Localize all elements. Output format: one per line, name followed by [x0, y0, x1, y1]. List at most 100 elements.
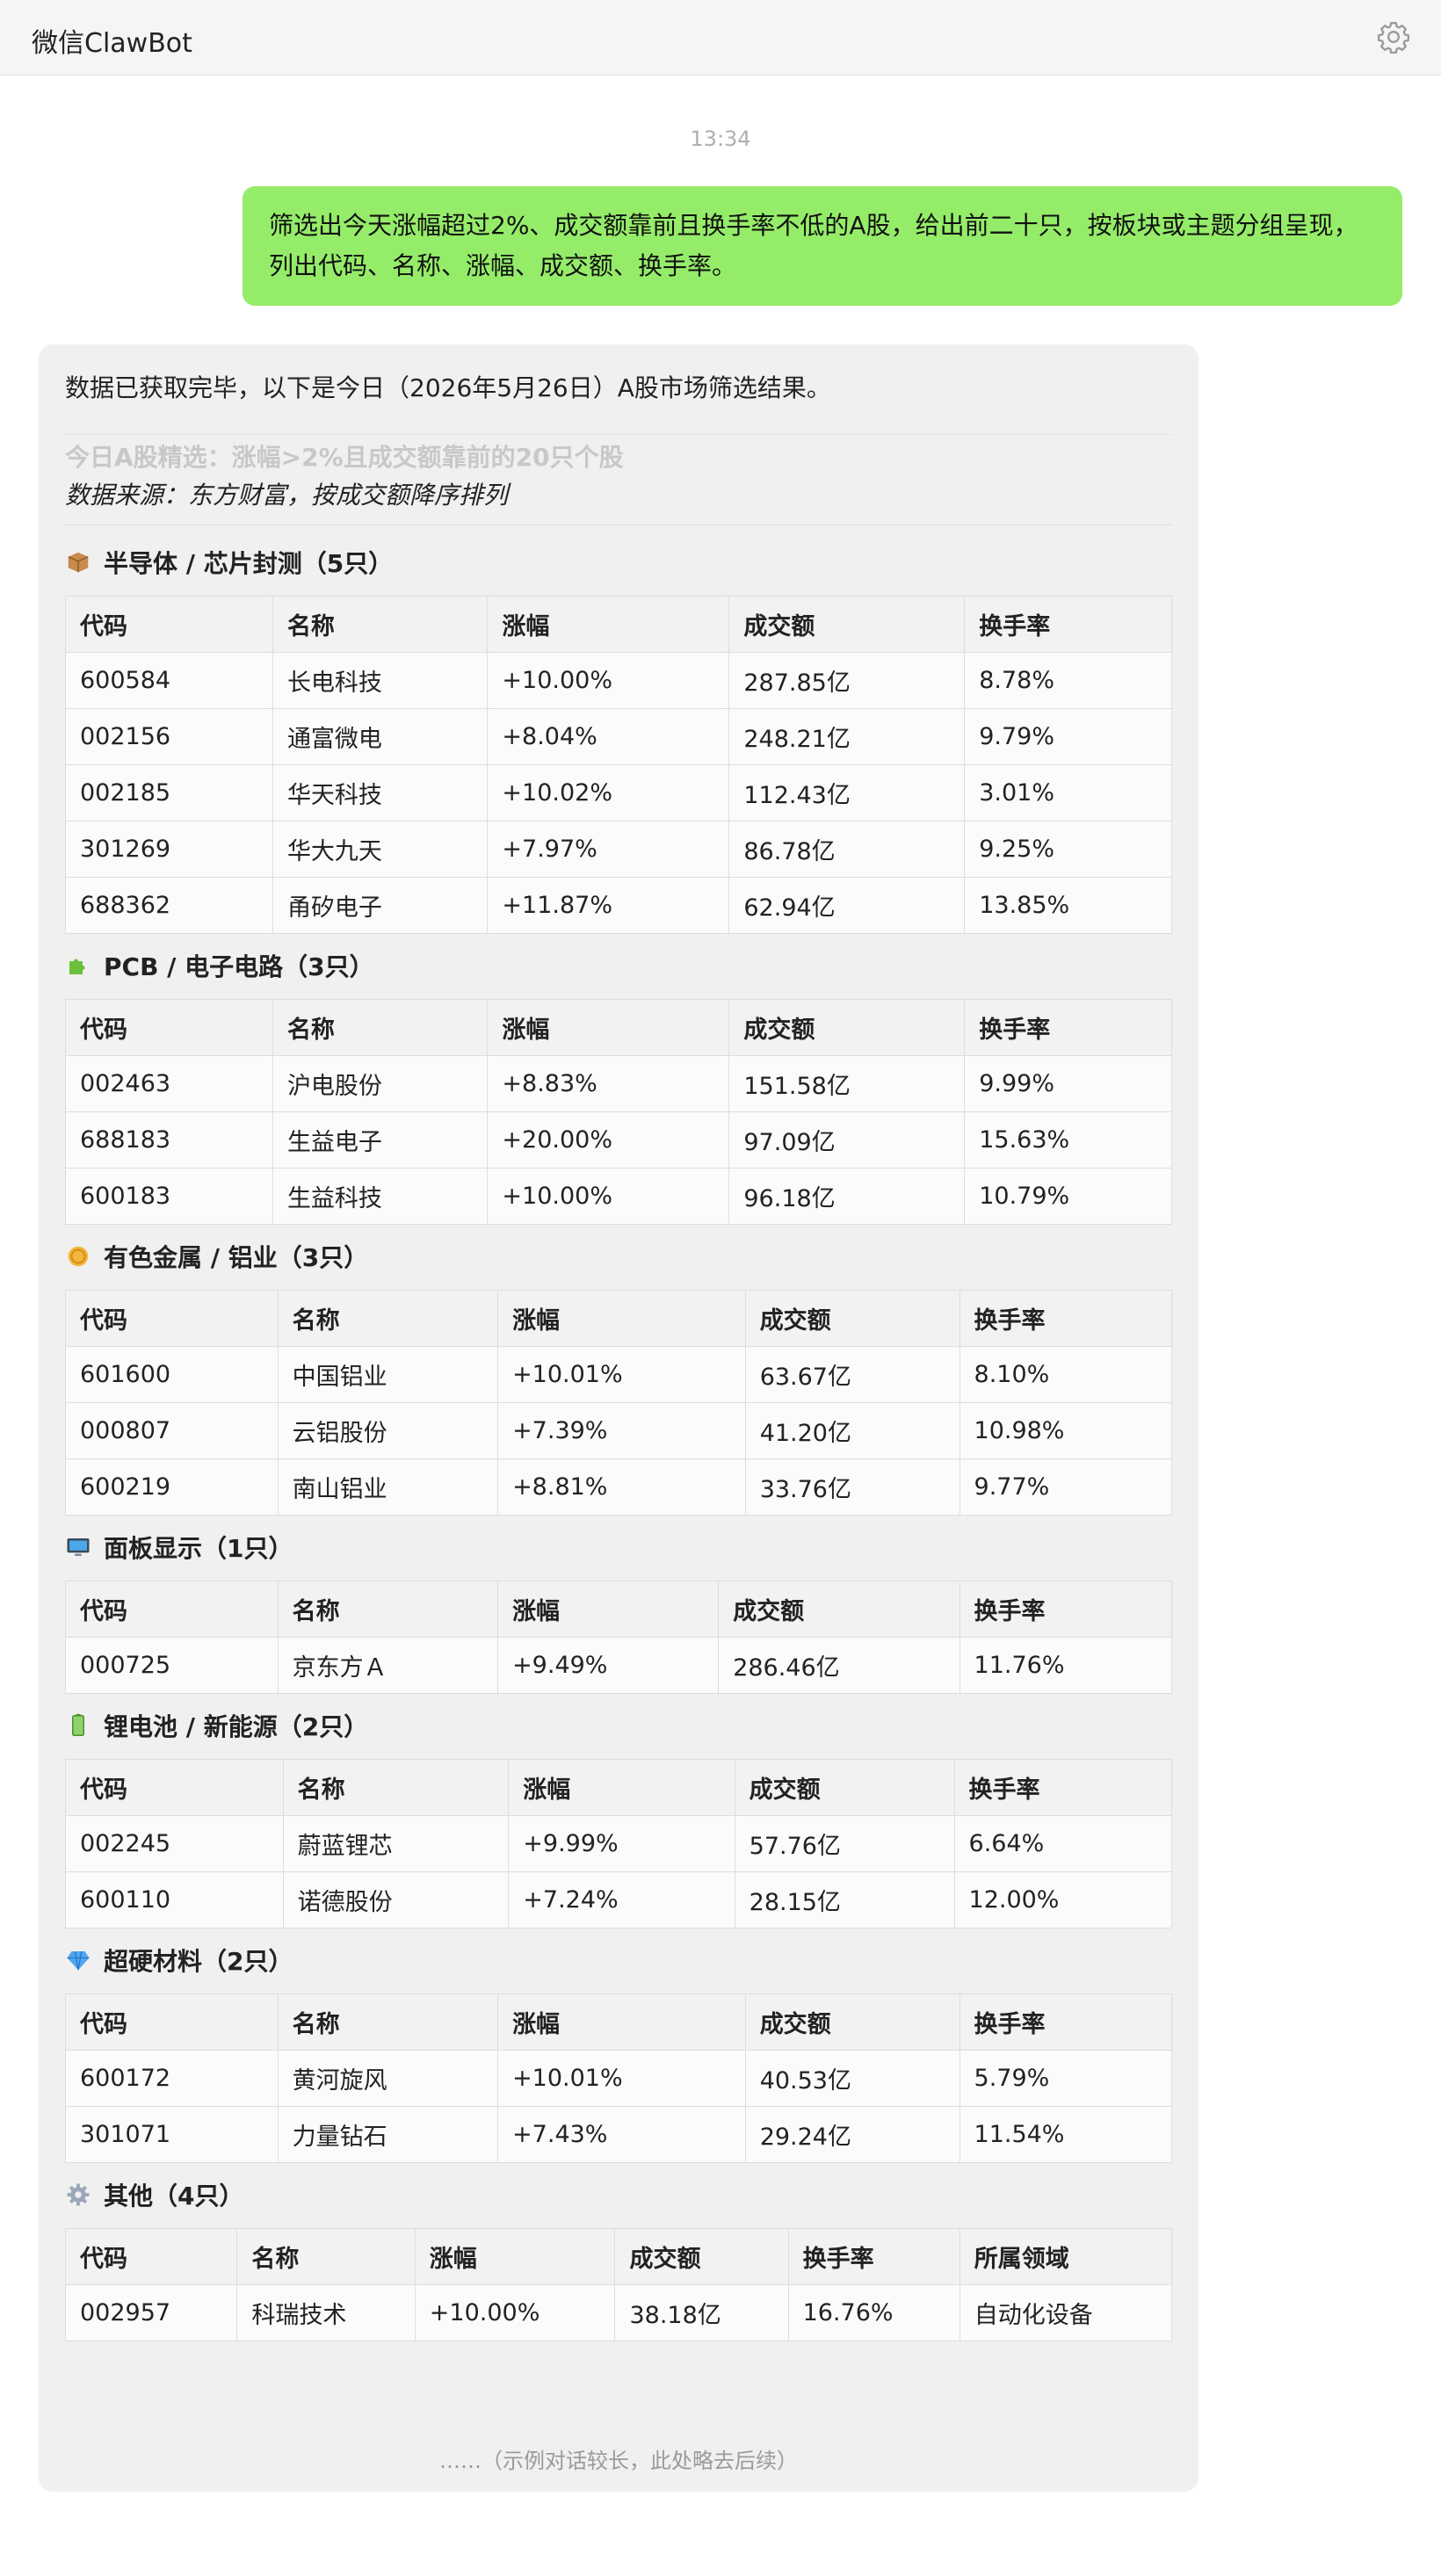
table-cell: +10.01%: [497, 2050, 746, 2107]
column-header: 名称: [272, 596, 489, 653]
table-cell: 000807: [65, 1402, 279, 1459]
table-cell: 600172: [65, 2050, 279, 2107]
section-title-label: 超硬材料（2只）: [104, 1947, 293, 1976]
column-header: 换手率: [787, 2228, 960, 2285]
table-cell: 41.20亿: [744, 1402, 960, 1459]
table-cell: +8.81%: [497, 1458, 746, 1516]
table-row: 601600 中国铝业 +10.01% 63.67亿 8.10%: [65, 1346, 1173, 1403]
column-header: 换手率: [964, 596, 1172, 653]
column-header: 涨幅: [508, 1759, 735, 1816]
table-cell: 002185: [65, 764, 273, 821]
table-row: 688183 生益电子 +20.00% 97.09亿 15.63%: [65, 1111, 1172, 1169]
table-cell: +10.02%: [487, 764, 730, 821]
column-header: 代码: [65, 1290, 279, 1347]
table-cell: 688183: [65, 1111, 273, 1169]
title-bar: 微信ClawBot: [0, 0, 1441, 76]
table-cell: 9.99%: [964, 1055, 1172, 1112]
result-heading: 今日A股精选：涨幅>2%且成交额靠前的20只个股: [65, 434, 1172, 475]
table-cell: +10.01%: [497, 1346, 746, 1403]
stock-table: 代码 名称 涨幅 成交额 换手率 601600 中国铝业 +10.01% 63.67亿 8.10%…: [65, 1290, 1173, 1516]
table-cell: 96.18亿: [728, 1168, 966, 1225]
table-row: 600183 生益科技 +10.00% 96.18亿 10.79%: [65, 1168, 1172, 1225]
column-header: 成交额: [728, 596, 966, 653]
table-cell: +7.97%: [487, 821, 730, 878]
table-header-row: 代码 名称 涨幅 成交额 换手率 所属领域: [64, 2228, 1173, 2285]
table-cell: 29.24亿: [744, 2106, 960, 2163]
sections-container: 半导体 / 芯片封测（5只） 代码 名称 涨幅 成交额 换手率 600584 长电科技 +10.…: [64, 543, 1173, 2341]
puzzle-piece-icon: [65, 952, 91, 979]
column-header: 成交额: [744, 1290, 960, 1347]
table-cell: 97.09亿: [728, 1111, 966, 1169]
table-row: 002463 沪电股份 +8.83% 151.58亿 9.99%: [65, 1055, 1172, 1112]
table-cell: +10.00%: [414, 2284, 616, 2341]
package-icon: [65, 549, 91, 575]
table-cell: 科瑞技术: [236, 2284, 416, 2341]
table-row: 000725 京东方Ａ +9.49% 286.46亿 11.76%: [65, 1637, 1173, 1694]
user-message-bubble[interactable]: 筛选出今天涨幅超过2%、成交额靠前且换手率不低的A股，给出前二十只，按板块或主题…: [243, 186, 1402, 306]
table-cell: 248.21亿: [728, 708, 966, 765]
table-cell: +9.99%: [508, 1815, 735, 1872]
section-title: 面板显示（1只）: [65, 1528, 1172, 1567]
table-cell: 601600: [65, 1346, 279, 1403]
table-cell: 000725: [65, 1637, 279, 1694]
bot-intro-text: 数据已获取完毕，以下是今日（2026年5月26日）A股市场筛选结果。: [65, 373, 831, 402]
table-cell: 生益电子: [272, 1111, 489, 1169]
table-cell: 002957: [64, 2284, 238, 2341]
section-title: 半导体 / 芯片封测（5只）: [65, 543, 1172, 582]
table-cell: 8.78%: [964, 652, 1172, 709]
battery-icon: [65, 1712, 91, 1739]
table-cell: +11.87%: [487, 877, 730, 934]
gear-icon: [65, 2182, 91, 2208]
table-cell: 13.85%: [964, 877, 1172, 934]
monitor-icon: [65, 1534, 91, 1560]
table-cell: 15.63%: [964, 1111, 1172, 1169]
table-cell: 黄河旋风: [277, 2050, 499, 2107]
table-cell: 长电科技: [272, 652, 489, 709]
table-cell: 力量钻石: [277, 2106, 499, 2163]
table-row: 002245 蔚蓝锂芯 +9.99% 57.76亿 6.64%: [65, 1815, 1173, 1872]
stock-table: 代码 名称 涨幅 成交额 换手率 002463 沪电股份 +8.83% 151.58亿 9.99%…: [65, 999, 1172, 1225]
table-cell: 600219: [65, 1458, 279, 1516]
table-cell: 云铝股份: [277, 1402, 499, 1459]
table-cell: 10.79%: [964, 1168, 1172, 1225]
table-cell: 002245: [65, 1815, 284, 1872]
column-header: 成交额: [614, 2228, 789, 2285]
table-cell: 9.25%: [964, 821, 1172, 878]
table-cell: 28.15亿: [734, 1871, 955, 1928]
table-cell: 10.98%: [959, 1402, 1173, 1459]
table-row: 301071 力量钻石 +7.43% 29.24亿 11.54%: [65, 2106, 1173, 2163]
column-header: 涨幅: [414, 2228, 616, 2285]
table-header-row: 代码 名称 涨幅 成交额 换手率: [65, 1759, 1173, 1816]
table-row: 600584 长电科技 +10.00% 287.85亿 8.78%: [65, 652, 1172, 709]
stock-table: 代码 名称 涨幅 成交额 换手率 000725 京东方Ａ +9.49% 286.46亿 11.76…: [65, 1581, 1173, 1694]
column-header: 代码: [64, 2228, 238, 2285]
table-cell: 600110: [65, 1871, 284, 1928]
table-header-row: 代码 名称 涨幅 成交额 换手率: [65, 999, 1172, 1056]
table-cell: +7.24%: [508, 1871, 735, 1928]
column-header: 名称: [236, 2228, 416, 2285]
table-cell: 京东方Ａ: [277, 1637, 499, 1694]
column-header: 代码: [65, 1581, 279, 1638]
table-row: 600219 南山铝业 +8.81% 33.76亿 9.77%: [65, 1458, 1173, 1516]
table-header-row: 代码 名称 涨幅 成交额 换手率: [65, 1290, 1173, 1347]
table-cell: 5.79%: [959, 2050, 1173, 2107]
column-header: 名称: [282, 1759, 510, 1816]
column-header: 名称: [277, 1994, 499, 2051]
bot-message-card[interactable]: 数据已获取完毕，以下是今日（2026年5月26日）A股市场筛选结果。 今日A股精…: [39, 344, 1198, 2492]
table-cell: 002156: [65, 708, 273, 765]
table-cell: +20.00%: [487, 1111, 730, 1169]
truncated-note: ……（示例对话较长，此处略去后续）: [439, 2449, 798, 2473]
table-cell: 沪电股份: [272, 1055, 489, 1112]
table-cell: 86.78亿: [728, 821, 966, 878]
gear-icon[interactable]: [1376, 19, 1411, 54]
table-cell: 生益科技: [272, 1168, 489, 1225]
column-header: 换手率: [959, 1581, 1173, 1638]
column-header: 代码: [65, 999, 273, 1056]
table-cell: +9.49%: [497, 1637, 720, 1694]
table-cell: 9.77%: [959, 1458, 1173, 1516]
column-header: 换手率: [959, 1290, 1173, 1347]
column-header: 成交额: [728, 999, 966, 1056]
table-cell: 33.76亿: [744, 1458, 960, 1516]
data-source-note: 数据来源：东方财富，按成交额降序排列: [65, 475, 1172, 525]
table-row: 688362 甬矽电子 +11.87% 62.94亿 13.85%: [65, 877, 1172, 934]
